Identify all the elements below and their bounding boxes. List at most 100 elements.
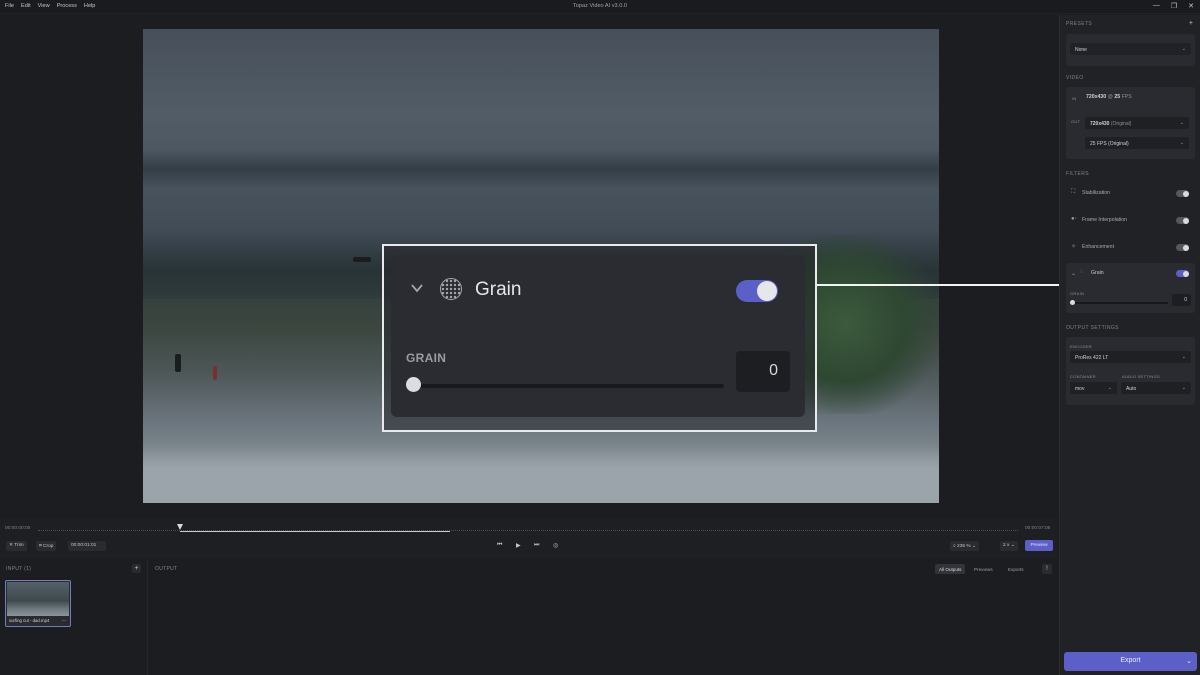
audio-settings-label: AUDIO SETTINGS [1122,374,1160,379]
maximize-icon[interactable]: ❐ [1171,2,1177,10]
toggle-knob [1182,217,1189,224]
add-input-button[interactable]: + [132,564,141,573]
grain-slider-thumb[interactable] [406,377,421,392]
in-resolution-value: 720x430 [1086,94,1107,100]
tab-exports[interactable]: Exports [1004,564,1028,574]
filters-title: FILTERS [1066,171,1089,177]
output-fps-select[interactable]: 25 FPS (Original) ⌄ [1085,137,1189,149]
toggle-knob [1182,190,1189,197]
step-forward-icon[interactable]: ⏭ [534,542,539,549]
callout-arrow-line [817,284,1063,286]
in-fps-value: 25 [1114,94,1121,100]
zoom-select[interactable]: ⌕ 236 % ⌄ [950,541,979,551]
grain-slider-track[interactable] [1072,302,1168,304]
speed-select[interactable]: 2 x ⌄ [1000,541,1018,551]
preview-button[interactable]: Preview [1025,540,1053,551]
input-file-card[interactable]: surfing cut - dad.mp4 ... [5,580,71,627]
playhead[interactable] [177,524,183,530]
step-back-icon[interactable]: ⏮ [497,542,502,549]
timeline-end-time: 00:00:07:06 [1025,526,1051,531]
output-settings-box: ENCODER ProRes 422 LT ⌄ CONTAINER AUDIO S… [1066,337,1195,405]
play-icon[interactable]: ▶ [516,542,521,549]
grain-value-input[interactable]: 0 [1172,294,1191,306]
in-label: IN [1072,96,1077,101]
grain-icon: ◌ [1080,269,1084,275]
timeline-range [180,531,450,532]
filter-label: Frame Interpolation [1082,217,1127,223]
grain-value-input[interactable]: 0 [736,351,790,392]
grain-icon [440,278,462,300]
timeline: 00:00:00:00 00:00:07:06 ✕ Trim ⌗ Crop 00… [0,518,1058,558]
encoder-select[interactable]: ProRes 422 LT ⌄ [1070,351,1191,363]
grain-slider-track[interactable] [415,384,724,388]
window-controls: — ❐ ✕ [1153,2,1194,10]
filter-label: Stabilization [1082,190,1110,196]
grain-slider-thumb[interactable] [1070,300,1075,305]
toggle-knob [1182,270,1189,277]
crop-label: Crop [43,544,54,549]
toggle-knob [1182,244,1189,251]
zoom-value: 236 % [957,544,971,549]
crop-button[interactable]: ⌗ Crop [36,541,57,551]
trim-label: Trim [14,543,24,548]
chevron-down-icon[interactable]: ⌄ [1071,270,1076,277]
video-box: IN 720x430 @ 25 FPS OUT 720x430 (Origina… [1066,87,1195,159]
presets-title: PRESETS [1066,21,1093,27]
output-resolution-select[interactable]: 720x430 (Original) ⌄ [1085,117,1189,129]
container-label: CONTAINER [1070,374,1096,379]
video-title: VIDEO [1066,75,1084,81]
chevron-down-icon[interactable] [410,281,424,295]
out-label: OUT [1071,119,1081,124]
filter-stabilization[interactable]: ⛶ Stabilization [1066,183,1195,203]
presets-box: None ⌄ [1066,34,1195,66]
timeline-start-time: 00:00:00:00 [5,526,31,531]
wave-band [143,149,939,189]
tab-previews[interactable]: Previews [970,564,997,574]
chevron-down-icon: ⌄ [1181,46,1186,52]
stabilization-toggle[interactable] [1176,190,1189,197]
container-value: mov [1075,385,1085,392]
preset-select[interactable]: None ⌄ [1070,43,1191,55]
toggle-knob [757,281,777,301]
chevron-down-icon[interactable]: ⌄ [1186,657,1192,665]
chevron-down-icon: ⌄ [1181,385,1186,391]
chevron-down-icon: ⌄ [1107,385,1112,391]
trim-button[interactable]: ✕ Trim [6,541,27,551]
add-preset-icon[interactable]: + [1189,20,1193,27]
input-resolution: 720x430 @ 25 FPS [1086,94,1132,100]
filter-enhancement[interactable]: ✧ Enhancement [1066,237,1195,257]
output-settings-title: OUTPUT SETTINGS [1066,325,1119,331]
audio-settings-select[interactable]: Auto ⌄ [1121,382,1191,394]
out-fps-value: 25 FPS (Original) [1090,140,1129,147]
filter-label: Grain [1091,270,1104,276]
enhancement-icon: ✧ [1071,244,1077,250]
stabilization-icon: ⛶ [1071,189,1076,195]
filter-title: Grain [475,279,522,300]
enhancement-toggle[interactable] [1176,244,1189,251]
audio-settings-value: Auto [1126,385,1137,392]
export-button[interactable]: Export ⌄ [1064,652,1197,671]
surfer [353,257,371,262]
loop-icon[interactable]: ◎ [553,542,558,549]
container-select[interactable]: mov ⌄ [1070,382,1117,394]
foam [143,444,939,503]
minimize-icon[interactable]: — [1153,2,1160,10]
grain-toggle[interactable] [736,280,778,302]
surfer [175,354,181,372]
close-icon[interactable]: ✕ [1188,2,1194,10]
frame-interpolation-toggle[interactable] [1176,217,1189,224]
file-name: surfing cut - dad.mp4 [9,618,50,623]
more-icon[interactable]: ... [62,617,66,623]
tab-all-outputs[interactable]: All Outputs [935,564,966,574]
grain-param-label: GRAIN [406,351,447,365]
grain-param-label: GRAIN [1070,291,1085,296]
export-info-icon[interactable]: ! [1042,564,1052,574]
out-resolution-value: 720x430 [1090,120,1110,127]
filter-frame-interpolation[interactable]: ●◦ Frame Interpolation [1066,210,1195,230]
chevron-down-icon: ⌄ [1181,354,1186,360]
in-fps-unit: FPS [1121,94,1132,100]
export-label: Export [1120,657,1141,664]
zoom-callout: Grain GRAIN 0 [382,244,817,432]
grain-toggle[interactable] [1176,270,1189,277]
current-time-field[interactable]: 00:00:01:01 [68,541,106,551]
